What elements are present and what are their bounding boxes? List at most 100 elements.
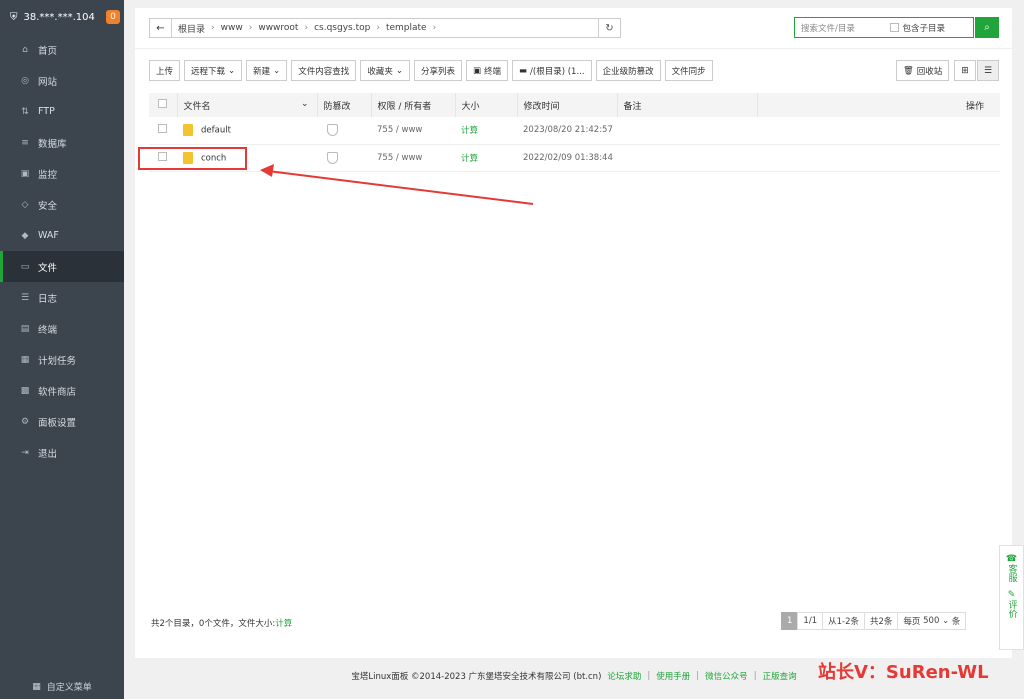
sidebar-item[interactable]: ☰ 日志	[0, 282, 124, 313]
review-label: 评价	[1006, 600, 1017, 618]
sidebar-item[interactable]: ▤ 终端	[0, 313, 124, 344]
terminal-button[interactable]: ▣ 终端	[465, 60, 509, 81]
select-all-checkbox[interactable]	[158, 99, 167, 108]
new-label: 新建	[253, 66, 271, 77]
file-name-cell[interactable]: default	[177, 117, 317, 145]
list-view-button[interactable]: ☰	[977, 60, 999, 81]
sidebar-item[interactable]: ▩ 软件商店	[0, 375, 124, 406]
col-remark: 备注	[617, 93, 758, 117]
chevron-right-icon: ›	[211, 23, 215, 33]
include-subdir-label: 包含子目录	[902, 23, 945, 34]
footer-link-license[interactable]: 正版查询	[763, 670, 797, 682]
log-icon: ☰	[20, 292, 30, 303]
upload-button[interactable]: 上传	[149, 60, 181, 81]
breadcrumb-item[interactable]: www	[221, 23, 243, 33]
summary-calc-link[interactable]: 计算	[275, 619, 292, 629]
path-bar: ← 根目录 › www › wwwroot › cs.qsgys.top › template ›…	[149, 18, 621, 38]
chevron-right-icon: ›	[432, 23, 437, 33]
footer-link-manual[interactable]: 使用手册	[656, 670, 690, 682]
search-input[interactable]: 搜索文件/目录 包含子目录	[794, 17, 974, 38]
select-all-cell	[149, 93, 178, 117]
remark-cell[interactable]	[617, 117, 757, 145]
col-filename[interactable]: 文件名 ⌄	[177, 93, 318, 117]
chevron-right-icon: ›	[304, 23, 309, 33]
chevron-down-icon: ⌄	[942, 616, 950, 626]
per-page-select[interactable]: 每页 500 ⌄ 条	[897, 612, 967, 630]
sidebar-item[interactable]: ◎ 网站	[0, 65, 124, 96]
headset-icon: ☎	[1005, 554, 1018, 564]
enterprise-protect-button[interactable]: 企业级防篡改	[595, 60, 661, 81]
search-button[interactable]: ⌕	[975, 17, 999, 38]
sidebar-item[interactable]: ▦ 计划任务	[0, 344, 124, 375]
checkbox-icon[interactable]	[890, 23, 900, 32]
file-sync-button[interactable]: 文件同步	[664, 60, 713, 81]
custom-menu-button[interactable]: ▦ 自定义菜单	[0, 680, 124, 694]
sidebar-item[interactable]: ▭ 文件	[0, 251, 124, 282]
remark-cell[interactable]	[617, 144, 757, 172]
col-size: 大小	[455, 93, 518, 117]
favorites-button[interactable]: 收藏夹 ⌄	[360, 60, 410, 81]
page-current[interactable]: 1	[781, 612, 799, 630]
per-page-label: 每页	[903, 617, 921, 627]
notification-badge[interactable]: 0	[106, 10, 120, 24]
table-header: 文件名 ⌄ 防篡改 权限 / 所有者 大小 修改时间 备注 操作	[149, 93, 1000, 117]
breadcrumb-item[interactable]: 根目录	[178, 22, 205, 35]
disk-icon: ▬	[519, 65, 528, 76]
disk-button[interactable]: ▬/(根目录) (1...	[512, 60, 592, 81]
sidebar-item[interactable]: ◆ WAF	[0, 220, 124, 251]
sidebar-item[interactable]: ⌂ 首页	[0, 34, 124, 65]
sidebar-item[interactable]: ▣ 监控	[0, 158, 124, 189]
content-search-button[interactable]: 文件内容查找	[291, 60, 357, 81]
footer-copyright: 宝塔Linux面板 ©2014-2023 广东堡塔安全技术有限公司 (bt.cn…	[351, 672, 602, 682]
sidebar-item-label: 面板设置	[38, 417, 77, 429]
footer-link-wechat[interactable]: 微信公众号	[705, 670, 748, 682]
terminal-label: 终端	[484, 66, 502, 77]
summary: 共2个目录，0个文件，文件大小:计算	[151, 617, 292, 629]
chevron-down-icon: ⌄	[300, 98, 309, 109]
customer-service-label: 客服	[1006, 564, 1017, 582]
review-button[interactable]: ✎ 评价	[1007, 590, 1017, 618]
row-checkbox[interactable]	[158, 124, 167, 134]
folder-icon	[183, 124, 193, 137]
recycle-bin-button[interactable]: 🗑 回收站	[896, 60, 950, 81]
chevron-down-icon: ⌄	[273, 65, 281, 76]
watermark: 站长V：SuRen-WL	[818, 662, 989, 683]
size-calc-link[interactable]: 计算	[455, 117, 517, 145]
sidebar-item[interactable]: ◇ 安全	[0, 189, 124, 220]
refresh-button[interactable]: ↻	[598, 19, 620, 37]
chevron-right-icon: ›	[376, 23, 380, 33]
edit-icon: ✎	[1007, 590, 1016, 600]
breadcrumb-item[interactable]: wwwroot	[258, 23, 298, 33]
col-mtime: 修改时间	[517, 93, 618, 117]
sidebar-item-label: 监控	[38, 169, 58, 181]
footer-link-forum[interactable]: 论坛求助	[607, 670, 641, 682]
permission-cell[interactable]: 755 / www	[371, 117, 455, 145]
disk-label: /(根目录) (1...	[530, 66, 585, 77]
sidebar-item[interactable]: ⚙ 面板设置	[0, 406, 124, 437]
toolbar: 上传 远程下载 ⌄ 新建 ⌄ 文件内容查找 收藏夹 ⌄ 分享列表 ▣ 终端 ▬/(根目录…	[149, 60, 713, 81]
breadcrumb: 根目录 › www › wwwroot › cs.qsgys.top › template ›	[172, 22, 598, 35]
customer-service-button[interactable]: ☎ 客服	[1006, 554, 1017, 582]
sidebar-item[interactable]: ⇥ 退出	[0, 437, 124, 468]
terminal-icon: ▣	[472, 65, 481, 76]
include-subdir-checkbox[interactable]: 包含子目录	[890, 22, 945, 34]
annotation-arrow	[260, 164, 534, 205]
breadcrumb-item[interactable]: template	[386, 23, 427, 33]
back-button[interactable]: ←	[150, 19, 172, 37]
per-page-value: 500	[923, 616, 940, 626]
grid-view-button[interactable]: ⊞	[954, 60, 976, 81]
footer-separator: |	[753, 671, 757, 681]
breadcrumb-item[interactable]: cs.qsgys.top	[314, 23, 370, 33]
sidebar-item[interactable]: ⇅ FTP	[0, 96, 124, 127]
new-button[interactable]: 新建 ⌄	[246, 60, 288, 81]
share-list-button[interactable]: 分享列表	[413, 60, 462, 81]
shield-icon[interactable]	[327, 124, 338, 137]
sidebar-item-label: 安全	[38, 200, 58, 212]
remote-download-button[interactable]: 远程下载 ⌄	[184, 60, 243, 81]
footer-separator: |	[696, 671, 700, 681]
file-name[interactable]: default	[201, 126, 231, 136]
sidebar-item[interactable]: ≡ 数据库	[0, 127, 124, 158]
server-ip: 38.***.***.104	[23, 11, 95, 23]
table-row[interactable]: default 755 / www 计算 2023/08/20 21:42:57	[149, 117, 1000, 145]
globe-icon: ◎	[21, 75, 29, 86]
